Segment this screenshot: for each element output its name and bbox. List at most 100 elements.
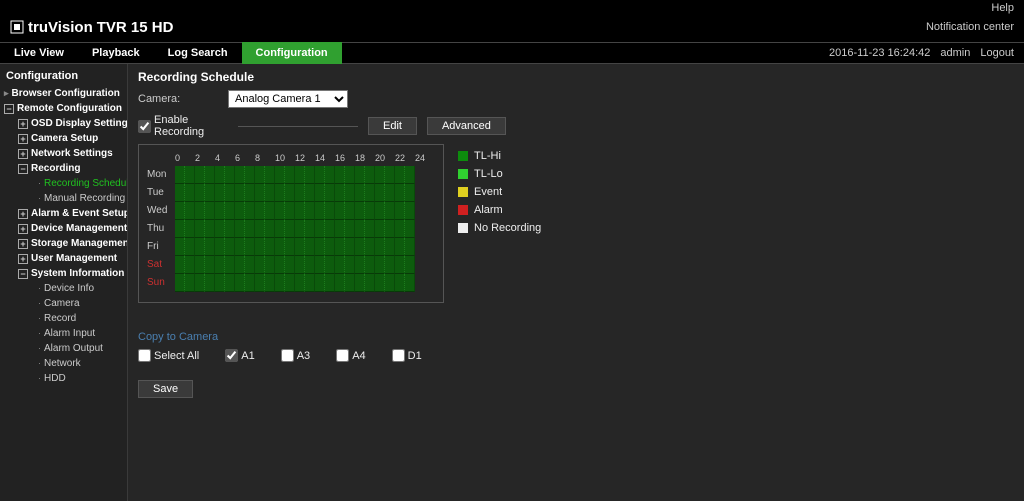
schedule-cell[interactable] [365, 220, 375, 238]
schedule-cell[interactable] [265, 202, 275, 220]
nav-user[interactable]: admin [940, 47, 970, 59]
schedule-cell[interactable] [315, 220, 325, 238]
channel-a4-checkbox[interactable] [336, 349, 349, 362]
schedule-cell[interactable] [375, 238, 385, 256]
schedule-cell[interactable] [255, 256, 265, 274]
schedule-cell[interactable] [205, 274, 215, 292]
schedule-cell[interactable] [215, 184, 225, 202]
schedule-cell[interactable] [375, 202, 385, 220]
schedule-cell[interactable] [205, 184, 215, 202]
select-all-toggle[interactable]: Select All [138, 349, 199, 362]
schedule-cell[interactable] [385, 238, 395, 256]
schedule-cell[interactable] [225, 274, 235, 292]
schedule-cell[interactable] [375, 274, 385, 292]
schedule-cell[interactable] [345, 184, 355, 202]
schedule-cell[interactable] [265, 166, 275, 184]
camera-select[interactable]: Analog Camera 1 [228, 90, 348, 108]
schedule-cell[interactable] [285, 274, 295, 292]
schedule-cell[interactable] [315, 184, 325, 202]
nav-live-view[interactable]: Live View [0, 42, 78, 64]
schedule-cell[interactable] [295, 166, 305, 184]
schedule-cell[interactable] [385, 256, 395, 274]
schedule-cell[interactable] [195, 238, 205, 256]
schedule-cell[interactable] [365, 274, 375, 292]
schedule-cell[interactable] [275, 202, 285, 220]
schedule-cell[interactable] [225, 238, 235, 256]
schedule-cell[interactable] [335, 256, 345, 274]
schedule-cell[interactable] [395, 274, 405, 292]
schedule-cell[interactable] [285, 256, 295, 274]
schedule-cell[interactable] [305, 274, 315, 292]
schedule-cell[interactable] [405, 220, 415, 238]
schedule-cell[interactable] [195, 274, 205, 292]
schedule-cell[interactable] [385, 220, 395, 238]
legend-tlhi[interactable]: TL-Hi [458, 150, 541, 162]
schedule-cell[interactable] [185, 238, 195, 256]
schedule-cell[interactable] [315, 274, 325, 292]
schedule-cell[interactable] [335, 184, 345, 202]
schedule-cell[interactable] [395, 202, 405, 220]
sidebar-item-hdd[interactable]: ·HDD [28, 371, 127, 386]
schedule-cell[interactable] [285, 166, 295, 184]
schedule-cell[interactable] [395, 184, 405, 202]
schedule-cell[interactable] [335, 220, 345, 238]
schedule-cell[interactable] [295, 202, 305, 220]
schedule-cell[interactable] [345, 238, 355, 256]
schedule-cell[interactable] [385, 184, 395, 202]
sidebar-item-device-management[interactable]: +Device Management [14, 221, 127, 236]
schedule-cell[interactable] [295, 256, 305, 274]
schedule-cell[interactable] [185, 202, 195, 220]
schedule-cell[interactable] [395, 220, 405, 238]
sidebar-item-browser-config[interactable]: ▸ Browser Configuration [0, 86, 127, 101]
legend-event[interactable]: Event [458, 186, 541, 198]
schedule-cell[interactable] [325, 220, 335, 238]
schedule-cell[interactable] [245, 274, 255, 292]
channel-d1-toggle[interactable]: D1 [392, 349, 422, 362]
schedule-cell[interactable] [205, 202, 215, 220]
schedule-grid[interactable] [175, 166, 415, 292]
schedule-cell[interactable] [205, 166, 215, 184]
schedule-cell[interactable] [235, 166, 245, 184]
enable-recording-checkbox[interactable] [138, 120, 151, 133]
schedule-cell[interactable] [355, 220, 365, 238]
schedule-cell[interactable] [245, 202, 255, 220]
schedule-cell[interactable] [285, 184, 295, 202]
sidebar-item-device-info[interactable]: ·Device Info [28, 281, 127, 296]
schedule-cell[interactable] [185, 256, 195, 274]
schedule-cell[interactable] [375, 184, 385, 202]
schedule-cell[interactable] [175, 220, 185, 238]
schedule-cell[interactable] [265, 184, 275, 202]
nav-configuration[interactable]: Configuration [242, 42, 342, 64]
channel-a3-toggle[interactable]: A3 [281, 349, 310, 362]
schedule-cell[interactable] [375, 220, 385, 238]
schedule-cell[interactable] [175, 166, 185, 184]
schedule-cell[interactable] [385, 202, 395, 220]
schedule-cell[interactable] [385, 274, 395, 292]
schedule-cell[interactable] [355, 202, 365, 220]
schedule-cell[interactable] [215, 274, 225, 292]
schedule-cell[interactable] [225, 256, 235, 274]
schedule-cell[interactable] [325, 274, 335, 292]
schedule-cell[interactable] [275, 166, 285, 184]
schedule-cell[interactable] [395, 256, 405, 274]
schedule-cell[interactable] [315, 256, 325, 274]
enable-recording-toggle[interactable]: Enable Recording [138, 114, 228, 138]
sidebar-item-network[interactable]: ·Network [28, 356, 127, 371]
schedule-cell[interactable] [405, 238, 415, 256]
schedule-cell[interactable] [315, 238, 325, 256]
channel-a1-checkbox[interactable] [225, 349, 238, 362]
sidebar-item-alarm-input[interactable]: ·Alarm Input [28, 326, 127, 341]
schedule-cell[interactable] [175, 184, 185, 202]
schedule-cell[interactable] [335, 202, 345, 220]
nav-playback[interactable]: Playback [78, 42, 154, 64]
schedule-cell[interactable] [185, 166, 195, 184]
schedule-cell[interactable] [345, 166, 355, 184]
schedule-cell[interactable] [335, 238, 345, 256]
schedule-cell[interactable] [275, 220, 285, 238]
nav-log-search[interactable]: Log Search [154, 42, 242, 64]
schedule-cell[interactable] [325, 256, 335, 274]
schedule-cell[interactable] [255, 274, 265, 292]
schedule-cell[interactable] [355, 184, 365, 202]
schedule-cell[interactable] [385, 166, 395, 184]
schedule-cell[interactable] [305, 202, 315, 220]
